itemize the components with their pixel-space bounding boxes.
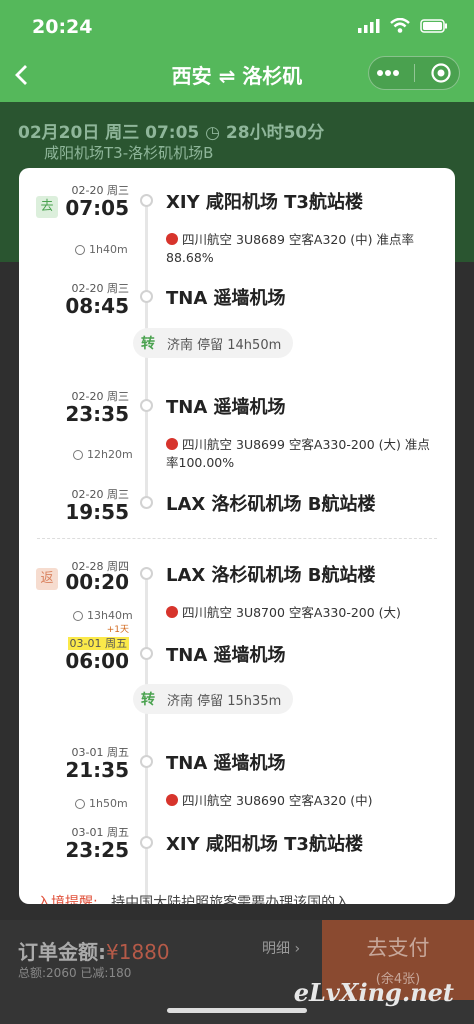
arr-time: 19:55: [65, 500, 129, 524]
flight-info: 四川航空 3U8690 空客A320 (中): [166, 792, 441, 810]
top-bar: 20:24 西安 ⇌ 洛杉矶: [0, 0, 474, 102]
airline-logo-icon: [166, 794, 178, 806]
layover-pill: 转济南 停留 14h50m: [133, 328, 294, 358]
summary-line1: 02月20日 周三 07:05 ◷ 28小时50分: [18, 123, 325, 143]
dep-airport: TNA 遥墙机场: [166, 753, 286, 774]
mini-program-capsule: [368, 56, 460, 90]
summary-line2: 咸阳机场T3-洛杉矶机场B: [44, 144, 214, 162]
flight-info: 四川航空 3U8689 空客A320 (中) 准点率 88.68%: [166, 232, 415, 265]
flight-info: 四川航空 3U8699 空客A330-200 (大) 准点率100.00%: [166, 437, 430, 470]
clock-icon: [75, 244, 85, 255]
itinerary-modal: 去 02-20 周三 07:05 XIY 咸阳机场 T3航站楼 1h40m 四川…: [19, 168, 455, 904]
airline-logo-icon: [166, 233, 178, 245]
timeline-dot: [140, 290, 153, 303]
home-indicator: [167, 1008, 307, 1013]
airline-logo-icon: [166, 606, 178, 618]
clock-icon: [75, 798, 85, 809]
clock-icon: [73, 610, 83, 621]
divider: [37, 538, 437, 539]
airline-logo-icon: [166, 438, 178, 450]
dep-airport: XIY 咸阳机场 T3航站楼: [166, 192, 363, 213]
dep-time: 07:05: [65, 196, 129, 220]
flight-duration: 13h40m: [73, 609, 133, 622]
dep-time: 23:35: [65, 402, 129, 426]
status-time: 20:24: [32, 16, 93, 38]
entry-tip: 入境提醒: 持中国大陆护照旅客需要办理该国的入: [37, 895, 350, 904]
watermark: eLvXing.net: [293, 978, 454, 1007]
arr-airport: LAX 洛杉矶机场 B航站楼: [166, 494, 376, 515]
timeline-dot: [140, 755, 153, 768]
dep-time: 21:35: [65, 758, 129, 782]
dep-airport: LAX 洛杉矶机场 B航站楼: [166, 565, 376, 586]
timeline-dot: [140, 399, 153, 412]
timeline-dot: [140, 567, 153, 580]
wifi-icon: [390, 18, 410, 33]
flight-duration: 1h50m: [75, 797, 128, 810]
flight-duration: 1h40m: [75, 243, 128, 256]
timeline-dot: [140, 647, 153, 660]
timeline-dot: [140, 496, 153, 509]
signal-icon: [358, 18, 380, 33]
plus-day-badge: +1天: [106, 625, 129, 635]
status-bar: 20:24: [0, 0, 474, 56]
order-amount: 订单金额:¥1880: [18, 940, 170, 964]
arr-time: 08:45: [65, 294, 129, 318]
flight-info: 四川航空 3U8700 空客A330-200 (大): [166, 604, 441, 622]
timeline-dot: [140, 836, 153, 849]
timeline-dot: [140, 194, 153, 207]
detail-link[interactable]: 明细 ›: [262, 938, 300, 958]
status-icons: [358, 18, 448, 33]
flight-duration: 12h20m: [73, 448, 133, 461]
dep-time: 00:20: [65, 570, 129, 594]
nav-bar: 西安 ⇌ 洛杉矶: [0, 52, 474, 98]
clock-icon: [73, 449, 83, 460]
close-mini-program-icon[interactable]: [430, 62, 452, 84]
arr-time: 23:25: [65, 838, 129, 862]
battery-icon: [420, 18, 447, 33]
arr-airport: TNA 遥墙机场: [166, 288, 286, 309]
more-icon[interactable]: [376, 69, 400, 77]
arr-time: 06:00: [65, 649, 129, 673]
dep-airport: TNA 遥墙机场: [166, 397, 286, 418]
timeline-line: [145, 574, 148, 904]
order-subtotal: 总额:2060 已减:180: [18, 966, 132, 980]
arr-airport: XIY 咸阳机场 T3航站楼: [166, 834, 363, 855]
layover-pill: 转济南 停留 15h35m: [133, 684, 294, 714]
arr-airport: TNA 遥墙机场: [166, 645, 286, 666]
